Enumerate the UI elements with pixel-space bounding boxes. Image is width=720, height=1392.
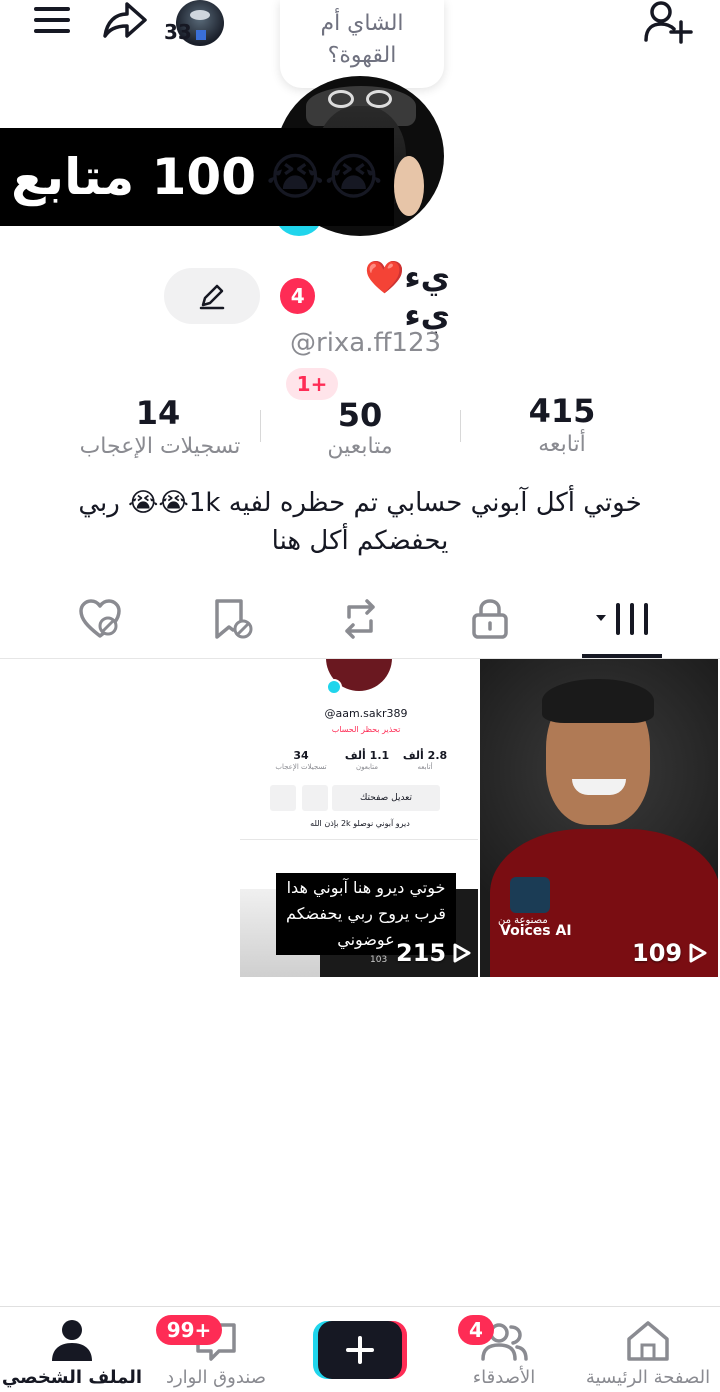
person-plus-icon	[644, 1, 693, 44]
create-button[interactable]	[318, 1321, 402, 1379]
inner-edit: تعديل صفحتك	[332, 785, 440, 811]
menu-button[interactable]	[30, 4, 74, 36]
grid-bars-icon	[596, 603, 648, 635]
edit-profile-button[interactable]	[164, 268, 260, 324]
lock-icon	[472, 599, 508, 639]
caption-line-2: قرب يروح ربي يحفضكم	[286, 904, 446, 923]
nav-inbox[interactable]: صندوق الوارد 99+	[144, 1307, 288, 1392]
username: @rixa.ff123	[290, 328, 442, 358]
banner-emoji: 😭😭	[266, 148, 383, 206]
likes-count: 14	[135, 394, 181, 432]
story-count: 33	[164, 20, 192, 44]
share-button[interactable]	[100, 0, 150, 40]
tab-liked[interactable]	[70, 592, 130, 646]
play-icon	[689, 943, 707, 963]
nav-friends[interactable]: الأصدقاء 4	[432, 1307, 576, 1392]
tab-reposts[interactable]	[330, 592, 390, 646]
inner-username: @aam.sakr389	[324, 707, 408, 720]
banner-text: 100 متابع	[11, 148, 256, 206]
hamburger-icon	[34, 7, 70, 33]
bubble-line-1: الشاي أم	[320, 11, 404, 36]
video-thumbnail[interactable]: @aam.sakr389 تحذير بحظر الحساب 2.8 ألف أ…	[240, 659, 478, 977]
following-count: 415	[528, 392, 596, 430]
view-count: 109	[632, 939, 708, 967]
view-count-value: 215	[396, 939, 447, 967]
follower-banner: 100 متابع 😭😭	[0, 128, 394, 226]
tab-favorites[interactable]	[202, 592, 262, 646]
display-name: يء❤️يء	[364, 258, 450, 334]
bio-line-1: خوتي أكل آبوني حسابي تم حظره لفيه 1k😭😭 ر…	[78, 488, 642, 518]
watermark-text: Voices AI	[500, 923, 572, 939]
following-label: أتابعه	[538, 432, 586, 457]
tab-private[interactable]	[460, 592, 520, 646]
inner-count: 103	[370, 955, 388, 965]
bio-line-2: يحفضكم أكل هنا	[271, 526, 449, 556]
pencil-icon	[199, 284, 225, 310]
profile-icon	[52, 1320, 92, 1361]
inner-stat-label: متابعون	[355, 763, 379, 771]
heart-hidden-icon	[79, 599, 121, 638]
add-friend-button[interactable]	[642, 0, 694, 44]
repost-icon	[345, 599, 375, 639]
nav-home[interactable]: الصفحة الرئيسية	[576, 1307, 720, 1392]
nav-profile[interactable]: الملف الشخصي	[0, 1307, 144, 1392]
inner-stat-label: تسجيلات الإعجاب	[275, 763, 327, 771]
followers-count: 50	[337, 396, 383, 434]
inbox-badge: 99+	[156, 1315, 222, 1345]
friends-badge: 4	[458, 1315, 494, 1345]
nav-friends-label: الأصدقاء	[472, 1367, 536, 1388]
nav-profile-label: الملف الشخصي	[1, 1367, 143, 1388]
caption-line-1: خوتي ديرو هنا آبوني هدا	[286, 878, 446, 897]
status-bubble[interactable]: الشاي أم القهوة؟	[280, 0, 444, 88]
name-badge: 4	[280, 278, 316, 314]
tab-videos[interactable]	[582, 592, 662, 646]
inner-warning: تحذير بحظر الحساب	[331, 725, 401, 734]
nav-home-label: الصفحة الرئيسية	[585, 1367, 711, 1388]
bubble-line-2: القهوة؟	[327, 43, 397, 68]
plus-icon	[346, 1336, 374, 1364]
inner-stat: 1.1 ألف	[344, 749, 390, 762]
nav-inbox-label: صندوق الوارد	[165, 1367, 267, 1388]
display-name-row: يء❤️يء 4	[280, 258, 450, 334]
inner-bio: ديرو آبوني نوصلو 2k بإذن الله	[310, 819, 410, 828]
bottom-nav: الصفحة الرئيسية الأصدقاء 4 صندوق الوارد …	[0, 1306, 720, 1392]
share-arrow-icon	[103, 2, 147, 38]
bookmark-hidden-icon	[215, 599, 253, 639]
view-count-value: 109	[632, 939, 683, 967]
home-icon	[627, 1321, 669, 1361]
inner-stat: 34	[293, 749, 309, 762]
play-icon	[453, 943, 471, 963]
video-thumbnail[interactable]: مصنوعة من Voices AI 109	[480, 659, 718, 977]
profile-bio: خوتي أكل آبوني حسابي تم حظره لفيه 1k😭😭 ر…	[60, 484, 660, 560]
view-count: 215	[396, 939, 472, 967]
